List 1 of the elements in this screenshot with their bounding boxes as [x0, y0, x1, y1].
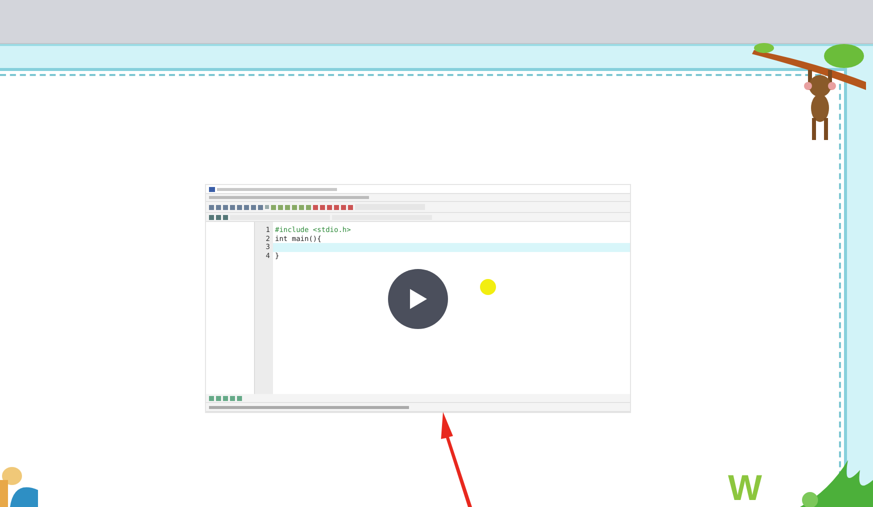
decoration-letter: W [728, 470, 762, 506]
